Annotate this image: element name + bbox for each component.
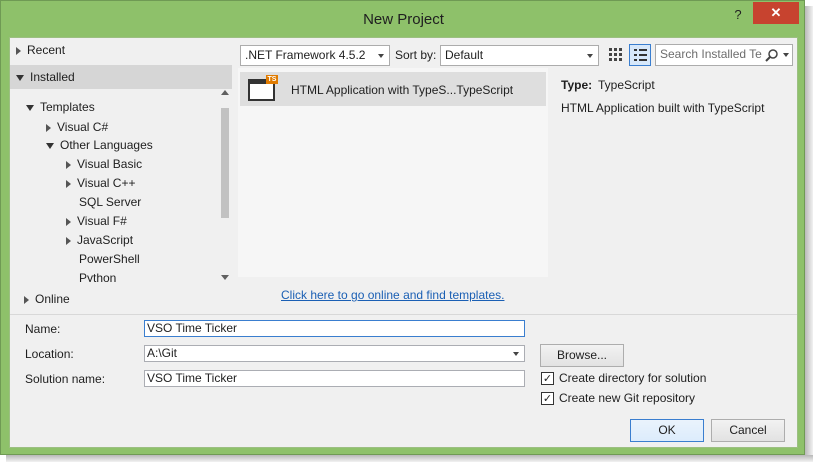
help-button[interactable]: ?	[725, 3, 751, 27]
sort-select[interactable]: Default	[440, 45, 599, 66]
chevron-down-icon	[378, 54, 384, 58]
scroll-down-icon[interactable]	[221, 275, 229, 280]
collapse-arrow-icon	[26, 104, 34, 111]
tree-item-templates[interactable]: Templates	[26, 100, 95, 114]
new-project-dialog: New Project ? ✕ Recent Installed Templat…	[0, 0, 805, 455]
tree-item-visual-basic[interactable]: Visual Basic	[66, 157, 142, 171]
typescript-badge: TS	[267, 76, 277, 83]
expand-arrow-icon	[16, 46, 21, 55]
dialog-client-area: Recent Installed Templates Visual C# Oth…	[9, 37, 798, 448]
collapse-arrow-icon	[46, 142, 54, 149]
tree-item-label: Installed	[30, 70, 75, 84]
tree-item-label: Visual C++	[77, 176, 136, 190]
list-view-icon	[634, 49, 647, 61]
tree-item-javascript[interactable]: JavaScript	[66, 233, 133, 247]
location-value: A:\Git	[147, 346, 178, 360]
location-combobox[interactable]: A:\Git	[144, 345, 525, 362]
tree-item-label: PowerShell	[79, 252, 140, 266]
tree-item-installed[interactable]: Installed	[16, 70, 75, 84]
window-shadow-right	[805, 6, 813, 462]
tree-item-label: Templates	[40, 100, 95, 114]
framework-select-value: .NET Framework 4.5.2	[245, 48, 366, 62]
tree-item-sql-server[interactable]: SQL Server	[79, 195, 141, 209]
tree-item-label: Recent	[27, 43, 66, 57]
tree-item-python-clip: Python	[70, 270, 210, 282]
online-templates-link[interactable]: Click here to go online and find templat…	[281, 288, 504, 302]
name-label: Name:	[25, 322, 61, 336]
tree-item-recent[interactable]: Recent	[16, 43, 65, 57]
tree-item-online[interactable]: Online	[24, 292, 70, 306]
solution-name-label: Solution name:	[25, 372, 106, 386]
tree-item-other-languages[interactable]: Other Languages	[46, 138, 153, 152]
location-label: Location:	[25, 347, 74, 361]
dialog-title: New Project	[363, 11, 444, 28]
tree-item-python[interactable]: Python	[79, 271, 116, 282]
close-button[interactable]: ✕	[753, 2, 799, 24]
create-git-label: Create new Git repository	[559, 391, 696, 405]
tree-item-label: Python	[79, 271, 117, 282]
tree-item-visual-cpp[interactable]: Visual C++	[66, 176, 135, 190]
form-divider	[10, 314, 797, 315]
tree-scrollbar-thumb[interactable]	[221, 108, 229, 218]
typescript-project-icon: TS	[248, 75, 278, 101]
tree-item-label: SQL Server	[79, 195, 142, 209]
browse-button[interactable]: Browse...	[540, 344, 624, 367]
create-directory-checkbox[interactable]: ✓	[541, 372, 554, 385]
create-git-checkbox[interactable]: ✓	[541, 392, 554, 405]
tree-item-visual-fsharp[interactable]: Visual F#	[66, 214, 127, 228]
solution-name-input[interactable]: VSO Time Ticker	[144, 370, 525, 387]
online-templates-link-text[interactable]: Click here to go online and find templat…	[281, 288, 504, 302]
sort-select-value: Default	[445, 48, 484, 62]
small-icons-view-button[interactable]	[606, 45, 625, 64]
chevron-down-icon	[587, 54, 593, 58]
sort-by-label: Sort by:	[395, 48, 437, 62]
expand-arrow-icon	[46, 123, 51, 132]
expand-arrow-icon	[24, 295, 29, 304]
name-input[interactable]: VSO Time Ticker	[144, 320, 525, 337]
expand-arrow-icon	[66, 236, 71, 245]
collapse-arrow-icon	[16, 74, 24, 81]
tree-item-visual-csharp[interactable]: Visual C#	[46, 120, 108, 134]
tree-item-label: JavaScript	[77, 233, 134, 247]
create-directory-label: Create directory for solution	[559, 371, 707, 385]
expand-arrow-icon	[66, 217, 71, 226]
type-value: TypeScript	[598, 78, 655, 92]
template-tree: Recent Installed Templates Visual C# Oth…	[10, 38, 232, 314]
grid-view-icon	[609, 48, 622, 61]
template-item-name: HTML Application with TypeS...TypeScript	[291, 83, 514, 97]
expand-arrow-icon	[66, 160, 71, 169]
ok-button[interactable]: OK	[630, 419, 704, 442]
search-icon	[765, 49, 778, 62]
chevron-down-icon	[783, 53, 789, 57]
expand-arrow-icon	[66, 179, 71, 188]
template-description: HTML Application built with TypeScript	[561, 101, 765, 115]
window-shadow-bottom	[6, 455, 813, 462]
tree-item-label: Visual Basic	[77, 157, 143, 171]
search-placeholder: Search Installed Te	[660, 47, 762, 61]
cancel-button[interactable]: Cancel	[711, 419, 785, 442]
tree-item-label: Other Languages	[60, 138, 153, 152]
list-view-button[interactable]	[629, 44, 651, 66]
chevron-down-icon	[513, 352, 519, 356]
tree-item-label: Online	[35, 292, 70, 306]
search-installed-input[interactable]: Search Installed Te	[655, 44, 793, 66]
tree-item-label: Visual C#	[57, 120, 109, 134]
tree-item-powershell[interactable]: PowerShell	[79, 252, 140, 266]
tree-item-label: Visual F#	[77, 214, 127, 228]
type-label: Type:	[561, 78, 593, 92]
framework-select[interactable]: .NET Framework 4.5.2	[240, 45, 390, 66]
scroll-up-icon[interactable]	[221, 90, 229, 95]
